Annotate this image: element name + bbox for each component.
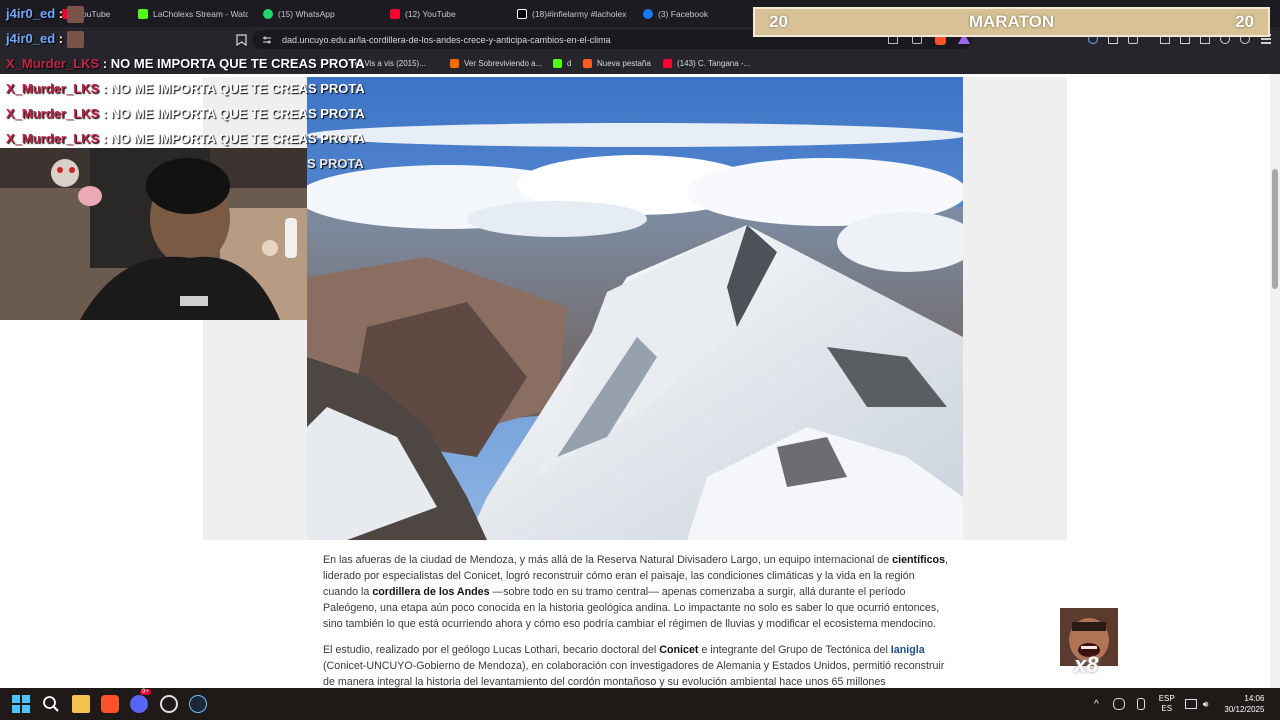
- chat-message: j4ir0_ed :: [6, 31, 84, 49]
- chat-separator: :: [58, 6, 64, 21]
- kick-icon: [553, 58, 562, 68]
- maraton-banner: 20 MARATON 20: [753, 7, 1270, 37]
- facebook-icon: [643, 8, 653, 19]
- discord-icon[interactable]: 9+: [130, 689, 151, 713]
- chat-username: X_Murder_LKS: [6, 81, 100, 96]
- clock-time: 14:06: [1244, 694, 1265, 703]
- chat-separator: :: [102, 56, 108, 71]
- emote-sticker: x8: [1060, 608, 1118, 680]
- chevron-up-icon[interactable]: ^: [1094, 699, 1099, 710]
- chat-username: X_Murder_LKS: [6, 131, 100, 146]
- chat-separator: :: [102, 131, 108, 146]
- display-icon[interactable]: [1184, 699, 1197, 709]
- tiktok-icon: [517, 8, 527, 19]
- chat-emote-icon: [66, 6, 84, 24]
- steam-icon[interactable]: [189, 695, 207, 713]
- tab-youtube-2[interactable]: (12) YouTube: [390, 0, 500, 27]
- text: (Conicet-UNCUYO-Gobierno de Mendoza), en…: [323, 660, 945, 688]
- ianigla-link[interactable]: Ianigla: [891, 644, 925, 656]
- bookmark-item[interactable]: Ver Sobreviviendo a...: [450, 52, 542, 74]
- chat-emote-icon: [66, 31, 84, 49]
- sticker-count: x8: [1074, 652, 1099, 677]
- system-tray: ^ ESP ES 🔊︎ 14:06 30/12/2025: [1094, 688, 1264, 720]
- chat-message: S PROTA: [307, 156, 364, 171]
- stream-chat-overlay: j4ir0_ed : j4ir0_ed : X_Murder_LKS : NO …: [0, 0, 380, 180]
- youtube-icon: [390, 8, 400, 19]
- tab-tiktok[interactable]: (18)#infielarmy #lacholex: [517, 0, 629, 27]
- sync-icon[interactable]: [1112, 698, 1125, 710]
- chat-separator: :: [58, 31, 64, 46]
- article-body: En las afueras de la ciudad de Mendoza, …: [323, 552, 948, 700]
- bookmark-item[interactable]: (143) C. Tangana -...: [663, 52, 750, 74]
- language-code: ESP: [1158, 694, 1175, 703]
- chat-username: X_Murder_LKS: [6, 106, 100, 121]
- clock-date: 30/12/2025: [1224, 705, 1265, 714]
- bold-text: científicos: [892, 554, 946, 566]
- microphone-icon[interactable]: [1136, 698, 1145, 710]
- scrollbar-thumb[interactable]: [1272, 169, 1278, 289]
- chat-text: NO ME IMPORTA QUE TE CREAS PROTA: [110, 131, 365, 146]
- text: En las afueras de la ciudad de Mendoza, …: [323, 554, 893, 566]
- bookmark-label: d: [567, 58, 572, 68]
- bookmark-item[interactable]: d: [553, 52, 571, 74]
- keyboard-layout: ES: [1161, 704, 1173, 713]
- maraton-counter-right: 20: [1235, 12, 1254, 31]
- tab-label: (18)#infielarmy #lacholex: [532, 8, 627, 19]
- file-explorer-icon[interactable]: [72, 695, 90, 713]
- chat-message: X_Murder_LKS : NO ME IMPORTA QUE TE CREA…: [6, 81, 365, 96]
- windows-taskbar: 9+ ^ ESP ES 🔊︎ 14:06 30/12/2025: [0, 688, 1280, 720]
- brave-icon: [583, 58, 592, 68]
- language-indicator[interactable]: ESP ES: [1159, 694, 1175, 714]
- clock[interactable]: 14:06 30/12/2025: [1224, 693, 1264, 715]
- volume-icon[interactable]: 🔊︎: [1203, 699, 1209, 710]
- chat-separator: :: [102, 106, 108, 121]
- bookmark-favicon: [450, 58, 459, 68]
- maraton-counter-left: 20: [769, 12, 788, 31]
- article-paragraph: El estudio, realizado por el geólogo Luc…: [323, 642, 948, 690]
- obs-icon[interactable]: [160, 695, 178, 713]
- chat-username: X_Murder_LKS: [6, 56, 100, 71]
- article-paragraph: En las afueras de la ciudad de Mendoza, …: [323, 552, 948, 632]
- maraton-title: MARATON: [968, 12, 1055, 31]
- chat-message: X_Murder_LKS : NO ME IMPORTA QUE TE CREA…: [6, 106, 365, 121]
- windows-start-icon[interactable]: [12, 695, 30, 713]
- text: El estudio, realizado por el geólogo Luc…: [323, 644, 660, 656]
- hero-image-andes: [307, 77, 963, 540]
- chat-text: NO ME IMPORTA QUE TE CREAS PROTA: [110, 106, 365, 121]
- chat-text: S PROTA: [307, 156, 364, 171]
- chat-separator: :: [102, 81, 108, 96]
- bookmark-label: Nueva pestaña: [597, 58, 651, 68]
- page-scrollbar[interactable]: [1270, 74, 1280, 688]
- brave-browser-icon[interactable]: [101, 695, 119, 713]
- tab-label: (3) Facebook: [658, 8, 709, 19]
- chat-message: j4ir0_ed :: [6, 6, 84, 24]
- tab-label: (12) YouTube: [405, 8, 456, 19]
- notification-badge: 9+: [140, 689, 151, 695]
- chat-username: j4ir0_ed: [6, 6, 56, 21]
- text: e integrante del Grupo de Tectónica del: [698, 644, 891, 656]
- bookmark-label: Ver Sobreviviendo a...: [464, 58, 543, 68]
- chat-text: NO ME IMPORTA QUE TE CREAS PROTA: [110, 81, 365, 96]
- youtube-icon: [663, 58, 672, 68]
- chat-message: X_Murder_LKS : NO ME IMPORTA QUE TE CREA…: [6, 131, 365, 146]
- chat-username: j4ir0_ed: [6, 31, 56, 46]
- chat-text: NO ME IMPORTA QUE TE CREAS PROTA: [110, 56, 365, 71]
- tab-facebook[interactable]: (3) Facebook: [643, 0, 743, 27]
- chat-message: X_Murder_LKS : NO ME IMPORTA QUE TE CREA…: [6, 56, 365, 71]
- bookmark-label: (143) C. Tangana -...: [677, 58, 751, 68]
- bold-text: Conicet: [659, 644, 699, 656]
- bookmark-item[interactable]: Nueva pestaña: [583, 52, 651, 74]
- search-icon[interactable]: [42, 695, 60, 713]
- bold-text: cordillera de los Andes: [372, 586, 490, 598]
